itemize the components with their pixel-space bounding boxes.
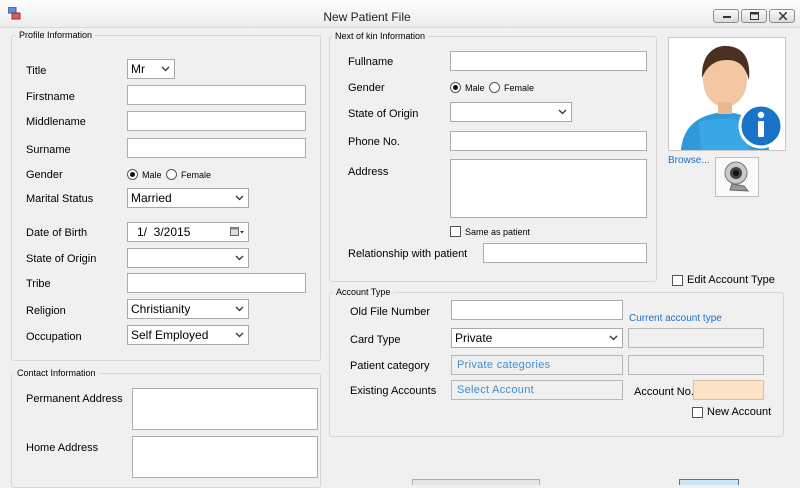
card-type-select[interactable]: Private xyxy=(451,328,623,348)
kin-gender-female-label: Female xyxy=(504,83,535,93)
account-no-label: Account No. xyxy=(634,386,694,398)
kin-state-label: State of Origin xyxy=(348,108,419,120)
state-of-origin-label: State of Origin xyxy=(26,253,97,265)
patient-category-field[interactable]: Private categories xyxy=(451,355,623,375)
bottom-button-left[interactable] xyxy=(412,479,540,485)
marital-status-value: Married xyxy=(131,191,172,205)
new-account-checkbox[interactable] xyxy=(692,407,703,418)
title-select[interactable]: Mr xyxy=(127,59,175,79)
home-address-label: Home Address xyxy=(26,442,99,454)
maximize-button[interactable] xyxy=(741,9,767,23)
kin-gender-female-radio[interactable] xyxy=(489,82,500,93)
kin-phone-input[interactable] xyxy=(450,131,647,151)
minimize-button[interactable] xyxy=(713,9,739,23)
calendar-icon xyxy=(230,227,244,236)
kin-gender-male-label: Male xyxy=(465,83,485,93)
patient-category-label: Patient category xyxy=(350,360,430,372)
kin-address-label: Address xyxy=(348,166,389,178)
tribe-label: Tribe xyxy=(26,278,51,290)
gender-male-radio[interactable] xyxy=(127,169,138,180)
edit-account-type-label: Edit Account Type xyxy=(687,274,775,286)
close-icon xyxy=(779,12,787,20)
existing-accounts-field[interactable]: Select Account xyxy=(451,380,623,400)
middlename-input[interactable] xyxy=(127,111,306,131)
occupation-label: Occupation xyxy=(26,331,82,343)
kin-phone-label: Phone No. xyxy=(348,136,400,148)
current-account-type-link[interactable]: Current account type xyxy=(629,313,722,324)
profile-group-legend: Profile Information xyxy=(16,30,96,40)
kin-state-select[interactable] xyxy=(450,102,572,122)
gender-female-label: Female xyxy=(181,170,212,180)
chevron-down-icon xyxy=(609,335,618,341)
dob-value: 1/ 3/2015 xyxy=(137,225,191,239)
patient-photo xyxy=(668,37,786,151)
gender-female-radio[interactable] xyxy=(166,169,177,180)
occupation-value: Self Employed xyxy=(131,328,209,342)
chevron-down-icon xyxy=(235,306,244,312)
card-type-value: Private xyxy=(455,331,493,345)
kin-fullname-label: Fullname xyxy=(348,56,394,68)
kin-gender-male-radio[interactable] xyxy=(450,82,461,93)
close-button[interactable] xyxy=(769,9,795,23)
chevron-down-icon xyxy=(161,66,170,72)
permanent-address-input[interactable] xyxy=(132,388,318,430)
existing-accounts-value: Select Account xyxy=(457,384,534,396)
marital-status-select[interactable]: Married xyxy=(127,188,249,208)
firstname-input[interactable] xyxy=(127,85,306,105)
dob-label: Date of Birth xyxy=(26,227,88,239)
minimize-icon xyxy=(723,16,731,18)
account-type-legend: Account Type xyxy=(333,287,394,297)
firstname-label: Firstname xyxy=(26,91,75,103)
card-type-label: Card Type xyxy=(350,334,401,346)
home-address-input[interactable] xyxy=(132,436,318,478)
dob-picker[interactable]: 1/ 3/2015 xyxy=(127,222,249,242)
chevron-down-icon xyxy=(235,195,244,201)
kin-fullname-input[interactable] xyxy=(450,51,647,71)
same-as-patient-label: Same as patient xyxy=(465,227,531,237)
webcam-button[interactable] xyxy=(715,157,759,197)
kin-gender-label: Gender xyxy=(348,82,385,94)
state-of-origin-select[interactable] xyxy=(127,248,249,268)
window-title: New Patient File xyxy=(323,10,411,24)
old-file-number-input[interactable] xyxy=(451,300,623,320)
browse-link[interactable]: Browse... xyxy=(668,155,710,166)
chevron-down-icon xyxy=(235,255,244,261)
title-label: Title xyxy=(26,65,47,77)
relationship-input[interactable] xyxy=(483,243,647,263)
same-as-patient-checkbox[interactable] xyxy=(450,226,461,237)
marital-status-label: Marital Status xyxy=(26,193,94,205)
existing-accounts-label: Existing Accounts xyxy=(350,385,437,397)
old-file-number-label: Old File Number xyxy=(350,306,431,318)
webcam-icon xyxy=(724,161,750,192)
title-select-value: Mr xyxy=(131,62,145,76)
religion-value: Christianity xyxy=(131,302,191,316)
surname-label: Surname xyxy=(26,144,71,156)
surname-input[interactable] xyxy=(127,138,306,158)
kin-address-input[interactable] xyxy=(450,159,647,218)
contact-group-legend: Contact Information xyxy=(14,368,99,378)
current-account-type-field xyxy=(628,328,764,348)
religion-select[interactable]: Christianity xyxy=(127,299,249,319)
edit-account-type-checkbox[interactable] xyxy=(672,275,683,286)
new-account-label: New Account xyxy=(707,406,772,418)
maximize-icon xyxy=(750,12,759,20)
patient-category-value: Private categories xyxy=(457,359,551,371)
tribe-input[interactable] xyxy=(127,273,306,293)
account-no-input[interactable] xyxy=(693,380,764,400)
gender-male-label: Male xyxy=(142,170,162,180)
gender-label: Gender xyxy=(26,169,63,181)
next-of-kin-legend: Next of kin Information xyxy=(332,31,429,41)
user-info-icon xyxy=(681,45,784,150)
middlename-label: Middlename xyxy=(26,116,86,128)
relationship-label: Relationship with patient xyxy=(348,248,468,260)
religion-label: Religion xyxy=(26,305,66,317)
chevron-down-icon xyxy=(558,109,567,115)
chevron-down-icon xyxy=(235,332,244,338)
patient-category-extra-field xyxy=(628,355,764,375)
permanent-address-label: Permanent Address xyxy=(26,393,123,405)
occupation-select[interactable]: Self Employed xyxy=(127,325,249,345)
bottom-button-right[interactable] xyxy=(679,479,739,485)
